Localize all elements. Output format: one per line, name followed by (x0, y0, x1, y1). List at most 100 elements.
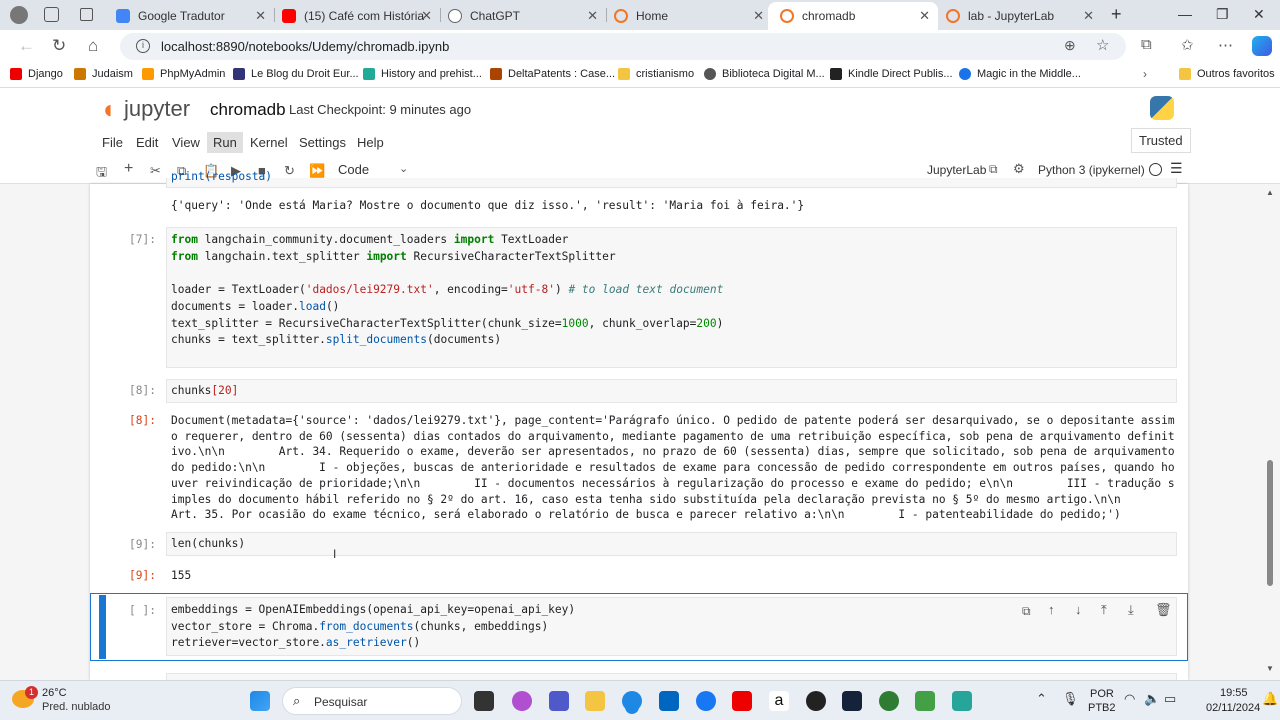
tab-close-icon[interactable]: ✕ (753, 8, 764, 24)
microphone-icon[interactable]: 🎙 (1062, 691, 1079, 707)
tab-chromadb[interactable]: chromadb ✕ (768, 2, 938, 30)
youtube-app-icon[interactable] (732, 691, 752, 711)
jupyter-logo-icon[interactable]: ◖ (100, 94, 116, 125)
favorites-icon[interactable]: ✩ (1181, 36, 1194, 54)
notifications-icon[interactable]: 🔔 (1262, 691, 1278, 707)
url-text[interactable]: localhost:8890/notebooks/Udemy/chromadb.… (161, 39, 449, 54)
teams-icon[interactable] (549, 691, 569, 711)
new-tab-icon[interactable]: + (1111, 4, 1122, 25)
app-icon[interactable] (952, 691, 972, 711)
tab-close-icon[interactable]: ✕ (421, 8, 432, 24)
weather-temp[interactable]: 26°C (42, 687, 67, 699)
maximize-icon[interactable]: ❐ (1216, 6, 1229, 23)
cell-type-select[interactable]: Code (338, 162, 369, 177)
reload-icon[interactable]: ↻ (52, 36, 66, 56)
keyboard-layout[interactable]: PTB2 (1088, 702, 1116, 714)
tab-chatgpt[interactable]: ChatGPT ✕ (440, 2, 606, 30)
code-cell-input[interactable]: chunks[20] (166, 379, 1177, 403)
kernel-name[interactable]: Python 3 (ipykernel) (1038, 163, 1145, 177)
app-icon[interactable] (806, 691, 826, 711)
bookmark-biblioteca[interactable]: Biblioteca Digital M... (704, 68, 825, 80)
minimize-icon[interactable]: — (1178, 6, 1192, 22)
file-explorer-icon[interactable] (585, 691, 605, 711)
tab-home[interactable]: Home ✕ (606, 2, 772, 30)
menu-kernel[interactable]: Kernel (250, 135, 288, 150)
insert-above-icon[interactable]: ⤒ (1101, 602, 1107, 618)
tab-close-icon[interactable]: ✕ (919, 8, 930, 24)
chevron-right-icon[interactable]: › (1143, 67, 1147, 81)
fast-forward-icon[interactable]: ⏩ (309, 163, 325, 179)
scrollbar-thumb[interactable] (1267, 460, 1273, 586)
bookmark-kindle[interactable]: Kindle Direct Publis... (830, 68, 953, 80)
bookmark-phpmyadmin[interactable]: PhpMyAdmin (142, 68, 225, 80)
restart-icon[interactable]: ↻ (284, 163, 295, 179)
volume-icon[interactable]: 🔈 (1144, 691, 1160, 707)
save-icon[interactable]: 🖫 (96, 163, 107, 185)
jupyterlab-link[interactable]: JupyterLab (927, 163, 986, 177)
close-window-icon[interactable]: ✕ (1253, 6, 1265, 23)
address-bar[interactable]: i localhost:8890/notebooks/Udemy/chromad… (120, 33, 1126, 60)
zoom-icon[interactable]: ⊕ (1064, 37, 1076, 54)
battery-icon[interactable]: ▭ (1164, 691, 1176, 707)
copilot-icon[interactable] (1252, 36, 1272, 56)
notebook-name[interactable]: chromadb (210, 100, 286, 120)
cut-icon[interactable]: ✂ (150, 163, 161, 179)
menu-run[interactable]: Run (207, 132, 243, 153)
facebook-icon[interactable] (696, 691, 716, 711)
tab-cafe-historia[interactable]: (15) Café com História da ✕ (274, 2, 440, 30)
hamburger-menu-icon[interactable]: ☰ (1170, 160, 1183, 177)
taskbar-search[interactable]: ⌕ Pesquisar (282, 687, 462, 715)
task-view-icon[interactable] (474, 691, 494, 711)
app-icon[interactable] (842, 691, 862, 711)
bookmark-history[interactable]: History and prehist... (363, 68, 482, 80)
trusted-badge[interactable]: Trusted (1131, 128, 1191, 153)
add-cell-icon[interactable]: + (124, 160, 133, 178)
back-icon[interactable]: ← (18, 36, 35, 56)
collections-icon[interactable] (44, 7, 59, 22)
move-up-icon[interactable]: ↑ (1048, 602, 1055, 617)
copilot-app-icon[interactable] (512, 691, 532, 711)
bookmark-deltapatents[interactable]: DeltaPatents : Case... (490, 68, 615, 80)
bookmark-judaism[interactable]: Judaism (74, 68, 133, 80)
store-icon[interactable] (659, 691, 679, 711)
app-icon[interactable] (915, 691, 935, 711)
insert-below-icon[interactable]: ⤓ (1128, 602, 1134, 618)
menu-help[interactable]: Help (357, 135, 384, 150)
tab-jupyterlab[interactable]: lab - JupyterLab ✕ (938, 2, 1102, 30)
amazon-icon[interactable]: a (769, 691, 789, 711)
tab-actions-icon[interactable] (80, 8, 93, 21)
tab-close-icon[interactable]: ✕ (255, 8, 266, 24)
chevron-up-icon[interactable]: ⌃ (1036, 691, 1047, 707)
scrollbar[interactable]: ▲ ▼ (1266, 188, 1274, 674)
gear-icon[interactable]: ⚙ (1013, 161, 1025, 177)
start-icon[interactable] (250, 691, 270, 711)
clock-date[interactable]: 02/11/2024 (1206, 702, 1260, 714)
site-info-icon[interactable]: i (136, 39, 150, 53)
menu-edit[interactable]: Edit (136, 135, 158, 150)
tab-close-icon[interactable]: ✕ (1083, 8, 1094, 24)
bookmark-magic[interactable]: Magic in the Middle... (959, 68, 1081, 80)
language-indicator[interactable]: POR (1090, 688, 1114, 700)
duplicate-cell-icon[interactable]: ⧉ (1022, 604, 1031, 619)
bookmark-outros[interactable]: Outros favoritos (1179, 68, 1275, 80)
favorite-star-icon[interactable]: ☆ (1096, 36, 1109, 54)
menu-view[interactable]: View (172, 135, 200, 150)
bookmark-django[interactable]: Django (10, 68, 63, 80)
app-icon[interactable] (879, 691, 899, 711)
home-icon[interactable]: ⌂ (88, 36, 98, 56)
scroll-down-icon[interactable]: ▼ (1266, 664, 1274, 673)
profile-avatar-icon[interactable] (10, 6, 28, 24)
scroll-up-icon[interactable]: ▲ (1266, 188, 1274, 197)
chevron-down-icon[interactable]: ⌄ (399, 162, 408, 175)
code-cell-input[interactable]: print(resposta) (166, 170, 1177, 188)
bookmark-cristianismo[interactable]: cristianismo (618, 68, 694, 80)
menu-settings[interactable]: Settings (299, 135, 346, 150)
jupyter-logo-text[interactable]: jupyter (124, 96, 190, 122)
menu-file[interactable]: File (102, 135, 123, 150)
more-options-icon[interactable]: ⋯ (1218, 36, 1233, 54)
move-down-icon[interactable]: ↓ (1075, 602, 1082, 617)
tab-close-icon[interactable]: ✕ (587, 8, 598, 24)
extensions-icon[interactable]: ⧉ (1141, 36, 1152, 53)
wifi-icon[interactable]: ◠ (1124, 691, 1135, 707)
weather-desc[interactable]: Pred. nublado (42, 701, 111, 713)
